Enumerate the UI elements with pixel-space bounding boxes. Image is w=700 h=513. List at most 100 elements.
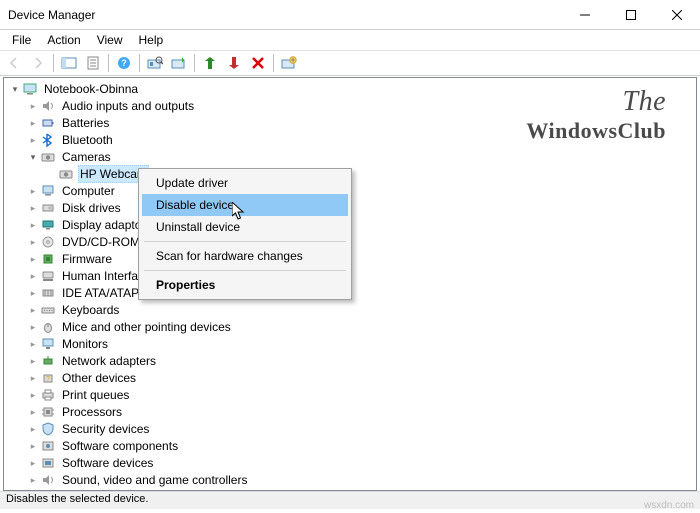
ctx-update-driver[interactable]: Update driver xyxy=(142,172,348,194)
expand-icon[interactable] xyxy=(26,422,40,436)
disable-button[interactable] xyxy=(222,52,246,74)
expand-icon[interactable] xyxy=(26,201,40,215)
watermark-site: wsxdn.com xyxy=(644,500,694,511)
tree-item-hid[interactable]: Human Interfa xyxy=(8,267,696,284)
tree-item-dvd[interactable]: DVD/CD-ROM xyxy=(8,233,696,250)
expand-icon[interactable] xyxy=(26,354,40,368)
mouse-icon xyxy=(40,319,56,335)
tree-item-processors[interactable]: Processors xyxy=(8,403,696,420)
menu-bar: File Action View Help xyxy=(0,30,700,50)
expand-icon[interactable] xyxy=(26,439,40,453)
tree-item-bluetooth[interactable]: Bluetooth xyxy=(8,131,696,148)
tree-item-ide[interactable]: IDE ATA/ATAPI xyxy=(8,284,696,301)
show-hidden-button[interactable] xyxy=(57,52,81,74)
menu-help[interactable]: Help xyxy=(131,31,172,49)
expand-icon[interactable] xyxy=(26,150,40,164)
expand-icon[interactable] xyxy=(26,269,40,283)
maximize-button[interactable] xyxy=(608,0,654,30)
sound-icon xyxy=(40,472,56,488)
security-icon xyxy=(40,421,56,437)
tree-item-firmware[interactable]: Firmware xyxy=(8,250,696,267)
expand-icon[interactable] xyxy=(26,473,40,487)
expand-icon[interactable] xyxy=(26,133,40,147)
expand-icon[interactable] xyxy=(8,82,22,96)
tree-item-other[interactable]: ?Other devices xyxy=(8,369,696,386)
tree-root[interactable]: Notebook-Obinna xyxy=(8,80,696,97)
menu-view[interactable]: View xyxy=(89,31,131,49)
battery-icon xyxy=(40,115,56,131)
expand-icon[interactable] xyxy=(26,184,40,198)
ctx-properties[interactable]: Properties xyxy=(142,274,348,296)
tree-item-computer[interactable]: Computer xyxy=(8,182,696,199)
uninstall-button[interactable] xyxy=(246,52,270,74)
toolbar-separator xyxy=(273,54,274,72)
expand-icon[interactable] xyxy=(26,456,40,470)
expand-icon[interactable] xyxy=(26,388,40,402)
tree-item-network[interactable]: Network adapters xyxy=(8,352,696,369)
computer-icon xyxy=(40,183,56,199)
keyboard-icon xyxy=(40,302,56,318)
tree-item-sound[interactable]: Sound, video and game controllers xyxy=(8,471,696,488)
tree-item-disk-drives[interactable]: Disk drives xyxy=(8,199,696,216)
expand-icon[interactable] xyxy=(26,337,40,351)
ctx-disable-device[interactable]: Disable device xyxy=(142,194,348,216)
tree-item-cameras[interactable]: Cameras xyxy=(8,148,696,165)
expand-icon[interactable] xyxy=(26,116,40,130)
status-text: Disables the selected device. xyxy=(6,493,148,505)
ctx-separator xyxy=(144,241,346,242)
expand-icon[interactable] xyxy=(26,303,40,317)
update-driver-button[interactable] xyxy=(167,52,191,74)
tree-item-swdev[interactable]: Software devices xyxy=(8,454,696,471)
expand-icon[interactable] xyxy=(26,320,40,334)
disk-icon xyxy=(40,200,56,216)
tree-item-display[interactable]: Display adapto xyxy=(8,216,696,233)
tree-item-hp-webcam[interactable]: HP Webcam xyxy=(8,165,696,182)
tree-item-audio[interactable]: Audio inputs and outputs xyxy=(8,97,696,114)
tree-item-security[interactable]: Security devices xyxy=(8,420,696,437)
toolbar: ? xyxy=(0,50,700,76)
ctx-uninstall-device[interactable]: Uninstall device xyxy=(142,216,348,238)
scan-hardware-button[interactable] xyxy=(143,52,167,74)
minimize-button[interactable] xyxy=(562,0,608,30)
forward-button xyxy=(26,52,50,74)
enable-button[interactable] xyxy=(198,52,222,74)
title-bar: Device Manager xyxy=(0,0,700,30)
close-button[interactable] xyxy=(654,0,700,30)
expand-icon[interactable] xyxy=(26,252,40,266)
add-legacy-button[interactable] xyxy=(277,52,301,74)
tree-item-swcomp[interactable]: Software components xyxy=(8,437,696,454)
tree-item-print[interactable]: Print queues xyxy=(8,386,696,403)
expand-icon[interactable] xyxy=(26,371,40,385)
tree-item-keyboards[interactable]: Keyboards xyxy=(8,301,696,318)
tree-root-label: Notebook-Obinna xyxy=(42,81,140,97)
camera-icon xyxy=(58,166,74,182)
other-icon: ? xyxy=(40,370,56,386)
processor-icon xyxy=(40,404,56,420)
firmware-icon xyxy=(40,251,56,267)
monitor-icon xyxy=(40,336,56,352)
audio-icon xyxy=(40,98,56,114)
expand-icon[interactable] xyxy=(26,218,40,232)
context-menu: Update driver Disable device Uninstall d… xyxy=(138,168,352,300)
expand-icon[interactable] xyxy=(26,99,40,113)
ctx-scan-hardware[interactable]: Scan for hardware changes xyxy=(142,245,348,267)
svg-text:?: ? xyxy=(121,58,127,68)
menu-file[interactable]: File xyxy=(4,31,39,49)
expand-icon[interactable] xyxy=(26,405,40,419)
printer-icon xyxy=(40,387,56,403)
tree-item-monitors[interactable]: Monitors xyxy=(8,335,696,352)
tree-item-mice[interactable]: Mice and other pointing devices xyxy=(8,318,696,335)
camera-icon xyxy=(40,149,56,165)
tree-item-batteries[interactable]: Batteries xyxy=(8,114,696,131)
toolbar-separator xyxy=(53,54,54,72)
menu-action[interactable]: Action xyxy=(39,31,88,49)
help-button[interactable]: ? xyxy=(112,52,136,74)
expand-icon[interactable] xyxy=(26,235,40,249)
status-bar: Disables the selected device. xyxy=(0,491,700,509)
hid-icon xyxy=(40,268,56,284)
toolbar-separator xyxy=(194,54,195,72)
properties-button[interactable] xyxy=(81,52,105,74)
expand-icon[interactable] xyxy=(26,286,40,300)
window-title: Device Manager xyxy=(8,8,562,22)
toolbar-separator xyxy=(139,54,140,72)
